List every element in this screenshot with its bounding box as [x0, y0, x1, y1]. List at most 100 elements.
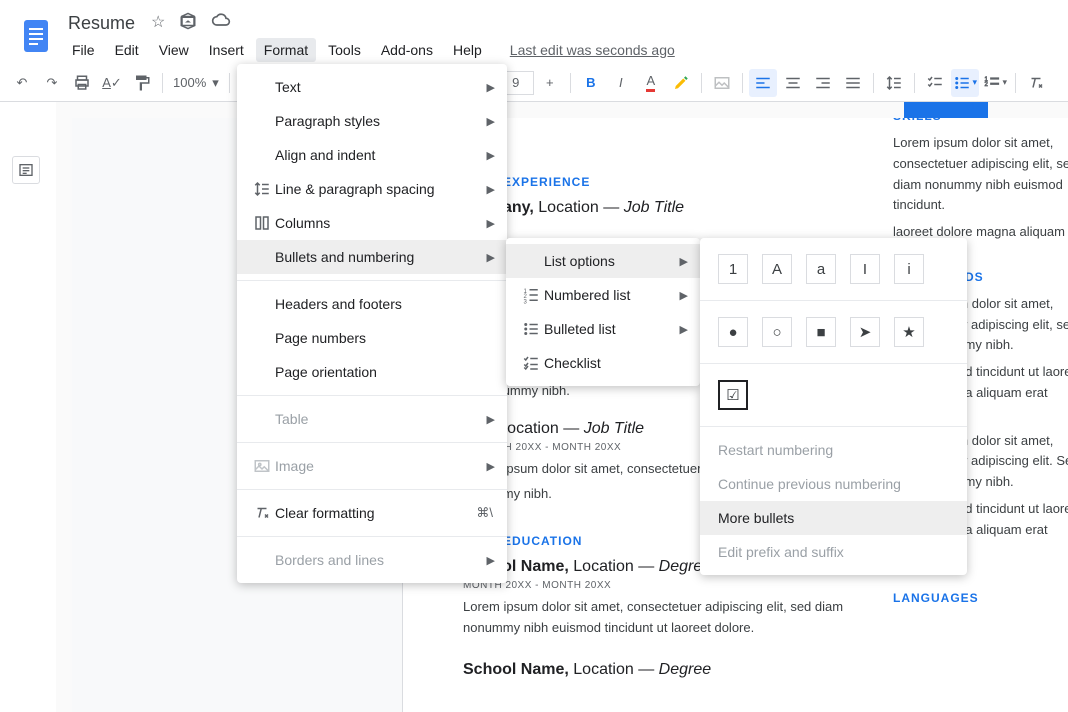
checklist-button[interactable] [921, 69, 949, 97]
bold-button[interactable]: B [577, 69, 605, 97]
menu-file[interactable]: File [64, 38, 103, 62]
bullets-submenu-panel: List options▶123Numbered list▶Bulleted l… [506, 238, 700, 386]
align-center-button[interactable] [779, 69, 807, 97]
number-style-1[interactable]: 1 [718, 254, 748, 284]
menu-item-text[interactable]: Text▶ [237, 70, 507, 104]
align-justify-button[interactable] [839, 69, 867, 97]
menu-addons[interactable]: Add-ons [373, 38, 441, 62]
menu-edit[interactable]: Edit [107, 38, 147, 62]
menu-item-label: Headers and footers [275, 296, 467, 312]
menu-item-label: Checklist [544, 355, 660, 371]
bullet-style-●[interactable]: ● [718, 317, 748, 347]
last-edit-link[interactable]: Last edit was seconds ago [510, 42, 675, 58]
listopt-item-edit-prefix-and-suffix: Edit prefix and suffix [700, 535, 967, 569]
tab-marker-icon[interactable]: ▾14 [966, 102, 981, 113]
menu-item-label: Numbered list [544, 287, 660, 303]
menu-item-page-numbers[interactable]: Page numbers [237, 321, 507, 355]
chevron-down-icon: ▾ [212, 75, 219, 91]
menu-item-label: Page orientation [275, 364, 467, 380]
font-size-increase-button[interactable]: + [536, 69, 564, 97]
spellcheck-button[interactable]: A✓ [98, 69, 126, 97]
menu-item-align-and-indent[interactable]: Align and indent ▶ [237, 138, 507, 172]
menu-item-columns[interactable]: Columns▶ [237, 206, 507, 240]
bullet-style-checkbox[interactable]: ☑ [718, 380, 748, 410]
submenu-arrow-icon: ▶ [487, 149, 495, 162]
print-button[interactable] [68, 69, 96, 97]
menu-help[interactable]: Help [445, 38, 490, 62]
bullet-style-■[interactable]: ■ [806, 317, 836, 347]
menu-format[interactable]: Format [256, 38, 316, 62]
listopt-item-more-bullets[interactable]: More bullets [700, 501, 967, 535]
submenu-item-list-options[interactable]: List options ▶ [506, 244, 700, 278]
star-icon[interactable]: ☆ [151, 12, 165, 35]
move-icon[interactable] [179, 12, 197, 35]
menu-item-label: Paragraph styles [275, 113, 467, 129]
bulleted-list-button[interactable]: ▾ [951, 69, 979, 97]
submenu-item-numbered-list[interactable]: 123Numbered list▶ [506, 278, 700, 312]
bullet-style-➤[interactable]: ➤ [850, 317, 880, 347]
number-style-a[interactable]: a [806, 254, 836, 284]
menu-item-clear-formatting[interactable]: Clear formatting⌘\ [237, 496, 507, 530]
menu-item-headers-and-footers[interactable]: Headers and footers [237, 287, 507, 321]
italic-button[interactable]: I [607, 69, 635, 97]
line-spacing-icon [249, 180, 275, 198]
submenu-item-checklist[interactable]: Checklist [506, 346, 700, 380]
number-style-I[interactable]: I [850, 254, 880, 284]
listopt-item-restart-numbering: Restart numbering [700, 433, 967, 467]
number-style-i[interactable]: i [894, 254, 924, 284]
numbered-list-button[interactable]: 12▾ [981, 69, 1009, 97]
menu-tools[interactable]: Tools [320, 38, 369, 62]
menu-insert[interactable]: Insert [201, 38, 252, 62]
menu-item-label: Bullets and numbering [275, 249, 467, 265]
menu-item-label: Image [275, 458, 467, 474]
submenu-arrow-icon: ▶ [487, 251, 495, 264]
menu-item-label: Columns [275, 215, 467, 231]
submenu-arrow-icon: ▶ [487, 183, 495, 196]
menu-item-label: Align and indent [275, 147, 467, 163]
redo-button[interactable]: ↷ [38, 69, 66, 97]
menu-item-bullets-and-numbering[interactable]: Bullets and numbering ▶ [237, 240, 507, 274]
columns-icon [249, 214, 275, 232]
section-header-experience: EXPERIENCE [503, 175, 903, 189]
menu-item-label: Clear formatting [275, 505, 467, 521]
menu-item-line-paragraph-spacing[interactable]: Line & paragraph spacing ▶ [237, 172, 507, 206]
cloud-status-icon[interactable] [211, 12, 231, 35]
menu-item-page-orientation[interactable]: Page orientation [237, 355, 507, 389]
clear-formatting-button[interactable] [1022, 69, 1050, 97]
bullet-style-★[interactable]: ★ [894, 317, 924, 347]
image-icon [249, 457, 275, 475]
align-left-button[interactable] [749, 69, 777, 97]
paint-format-button[interactable] [128, 69, 156, 97]
menu-item-label: Continue previous numbering [718, 476, 927, 492]
submenu-arrow-icon: ▶ [487, 554, 495, 567]
bullet-style-○[interactable]: ○ [762, 317, 792, 347]
outline-button[interactable] [12, 156, 40, 184]
menu-item-label: Borders and lines [275, 552, 467, 568]
submenu-arrow-icon: ▶ [487, 81, 495, 94]
align-right-button[interactable] [809, 69, 837, 97]
text-color-button[interactable]: A [637, 69, 665, 97]
header-bar: Resume ☆ File Edit View Insert Format To… [0, 0, 1068, 64]
checklist-icon [518, 354, 544, 372]
menu-item-label: List options [544, 253, 660, 269]
left-rail [0, 118, 56, 712]
line-spacing-button[interactable] [880, 69, 908, 97]
menu-item-label: Line & paragraph spacing [275, 181, 467, 197]
docs-logo-icon[interactable] [16, 16, 56, 56]
menu-item-paragraph-styles[interactable]: Paragraph styles▶ [237, 104, 507, 138]
menu-view[interactable]: View [151, 38, 197, 62]
menubar: File Edit View Insert Format Tools Add-o… [64, 38, 1060, 62]
undo-button[interactable]: ↶ [8, 69, 36, 97]
numlist-icon: 123 [518, 286, 544, 304]
zoom-dropdown[interactable]: 100% ▾ [169, 73, 223, 93]
submenu-item-bulleted-list[interactable]: Bulleted list ▶ [506, 312, 700, 346]
clear-format-icon [249, 504, 275, 522]
number-style-A[interactable]: A [762, 254, 792, 284]
doc-title[interactable]: Resume [64, 11, 139, 36]
submenu-arrow-icon: ▶ [680, 323, 688, 336]
highlight-button[interactable] [667, 69, 695, 97]
submenu-arrow-icon: ▶ [680, 255, 688, 268]
menu-item-label: Bulleted list [544, 321, 660, 337]
insert-image-button[interactable] [708, 69, 736, 97]
vertical-ruler [56, 118, 72, 712]
